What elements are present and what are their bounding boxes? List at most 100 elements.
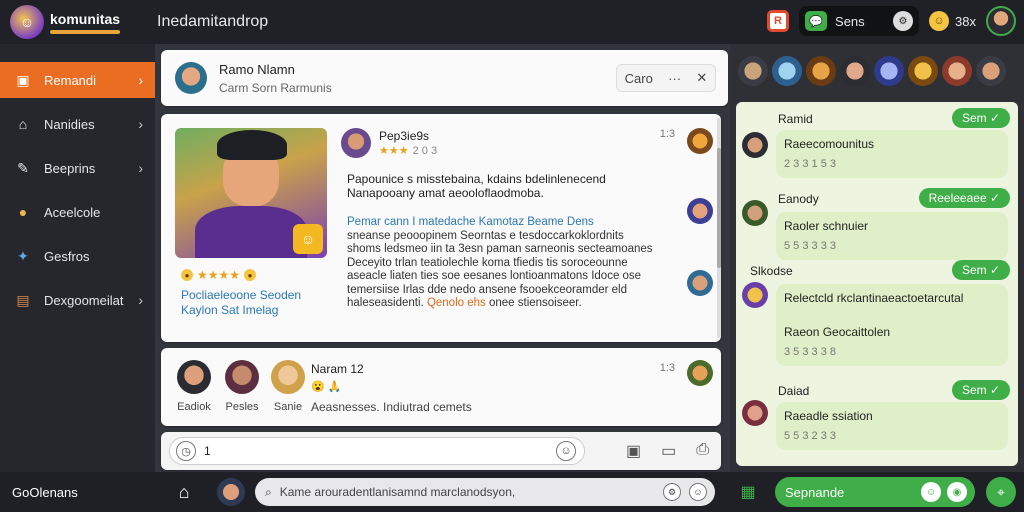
chat-tag[interactable]: Sem ✓ xyxy=(951,380,1010,400)
chat-bubble: Raeecomounitus 2 3 3 1 5 3 xyxy=(776,130,1008,178)
sidebar-item-1[interactable]: ⌂ Nanidies › xyxy=(0,106,155,142)
user-avatar[interactable] xyxy=(986,6,1016,36)
bottom-bar: ⌂ ⌕ Kame arouradentlanisamnd marclanodsy… xyxy=(155,472,1024,512)
sidebar-item-3[interactable]: ● Aceelcole xyxy=(0,194,155,230)
post-body-highlight[interactable]: Qenolo ehs xyxy=(427,297,486,309)
logo-name: komunitas xyxy=(50,10,121,27)
friend-avatar[interactable] xyxy=(942,56,972,86)
notification-badge[interactable]: R xyxy=(767,10,790,32)
chat-time: 5 5 3 2 3 3 xyxy=(784,430,836,442)
chat-sender[interactable]: Ramid xyxy=(778,112,813,126)
logo-underline xyxy=(50,29,120,34)
call-button[interactable]: Caro xyxy=(625,71,653,86)
group-reaction-avatar[interactable] xyxy=(687,360,713,386)
post-body-headline[interactable]: Pemar cann I matedache Kamotaz Beame Den… xyxy=(347,216,657,230)
search-placeholder: Kame arouradentlanisamnd marclanodsyon, xyxy=(279,485,516,499)
book-icon[interactable]: ▭ xyxy=(661,441,676,461)
image-icon: ▣ xyxy=(16,71,30,88)
close-icon[interactable]: ✕ xyxy=(696,70,707,86)
chat-avatar[interactable] xyxy=(742,282,768,308)
home-icon[interactable]: ⌂ xyxy=(173,481,195,503)
group-member[interactable]: Pesles xyxy=(223,360,261,413)
chat-tag[interactable]: Reeleeaee ✓ xyxy=(918,188,1010,208)
friend-avatar[interactable] xyxy=(840,56,870,86)
chat-time: 2 3 3 1 5 3 xyxy=(784,158,836,170)
chat-messages: Ramid Sem ✓ Raeecomounitus 2 3 3 1 5 3 E… xyxy=(736,102,1018,466)
my-avatar[interactable] xyxy=(217,478,245,506)
chat-bubble: Relectcld rkclantinaeactoetarcutal Raeon… xyxy=(776,284,1008,366)
settings-icon[interactable]: ⚙ xyxy=(663,483,681,501)
reaction-avatar-3[interactable] xyxy=(687,270,713,296)
post-caption-line-1: Pocliaeleoone Seoden xyxy=(181,288,302,302)
status-pill-label: Sens xyxy=(835,13,865,29)
chat-tag[interactable]: Sem ✓ xyxy=(951,108,1010,128)
member-avatar xyxy=(271,360,305,394)
scrollbar-thumb[interactable] xyxy=(717,148,721,268)
chat-sender[interactable]: Eanody xyxy=(778,192,819,206)
feed-scrollbar[interactable] xyxy=(717,118,721,338)
chat-text: Raoler schnuier xyxy=(784,219,869,233)
compose-input[interactable]: ◷ 1 ☺ xyxy=(169,437,585,465)
group-time: 1:3 xyxy=(659,362,675,374)
folder-icon: ▤ xyxy=(16,291,30,308)
sidebar-footer[interactable]: GoOlenans xyxy=(0,472,155,512)
reaction-avatar-2[interactable] xyxy=(687,198,713,224)
sticker-icon[interactable]: ◉ xyxy=(947,482,967,502)
chat-text: Raeecomounitus xyxy=(784,137,875,151)
sidebar-item-5[interactable]: ▤ Dexgoomeilat › xyxy=(0,282,155,318)
friend-avatar[interactable] xyxy=(772,56,802,86)
online-count[interactable]: ☺ 38x xyxy=(929,11,976,31)
sidebar-item-label: Dexgoomeilat xyxy=(44,292,124,308)
reaction-avatar-1[interactable] xyxy=(687,128,713,154)
attach-icon[interactable]: ⎙ xyxy=(696,441,709,461)
friend-avatar[interactable] xyxy=(806,56,836,86)
chat-tag[interactable]: Sem ✓ xyxy=(951,260,1010,280)
sticker-icon[interactable]: ▣ xyxy=(626,441,641,461)
emoji-icon[interactable]: ☺ xyxy=(689,483,707,501)
contact-avatar[interactable] xyxy=(175,62,207,94)
send-button[interactable]: Sepnande ☺ ◉ xyxy=(775,477,975,507)
chat-avatar[interactable] xyxy=(742,132,768,158)
bottom-search-input[interactable]: ⌕ Kame arouradentlanisamnd marclanodsyon… xyxy=(255,478,715,506)
settings-icon[interactable]: ⚙ xyxy=(893,11,914,31)
sidebar-item-0[interactable]: ▣ Remandi › xyxy=(0,62,155,98)
chat-sender[interactable]: Slkodse xyxy=(750,264,793,278)
group-title[interactable]: Naram 12 xyxy=(311,362,364,376)
sidebar-item-label: Nanidies xyxy=(44,116,95,132)
chat-bubble: Raeadle ssiation 5 5 3 2 3 3 xyxy=(776,402,1008,450)
gift-icon[interactable]: ▦ xyxy=(737,481,759,503)
emoji-icon[interactable]: ☺ xyxy=(921,482,941,502)
location-icon[interactable]: ⌖ xyxy=(986,477,1016,507)
online-friends xyxy=(738,56,1006,86)
author-avatar[interactable] xyxy=(341,128,371,158)
chat-avatar[interactable] xyxy=(742,400,768,426)
game-character-image[interactable]: ☺ xyxy=(175,128,327,258)
post-caption[interactable]: Pocliaeleoone Seoden Kaylon Sat Imelag xyxy=(181,288,331,318)
rating-stars: ★★★★ xyxy=(197,268,241,282)
friend-avatar[interactable] xyxy=(908,56,938,86)
friend-avatar[interactable] xyxy=(874,56,904,86)
friend-avatar[interactable] xyxy=(738,56,768,86)
app-logo[interactable]: ☺ komunitas xyxy=(0,0,155,44)
header-actions: Caro ··· ✕ xyxy=(616,64,716,92)
top-right-controls: R 💬 Sens ⚙ ☺ 38x xyxy=(767,6,1016,36)
member-name: Sanie xyxy=(273,401,303,413)
sidebar-item-2[interactable]: ✎ Beeprins › xyxy=(0,150,155,186)
group-member[interactable]: Sanie xyxy=(269,360,307,413)
chat-sender[interactable]: Daiad xyxy=(778,384,809,398)
group-member[interactable]: Eadiok xyxy=(175,360,213,413)
compose-bar: ◷ 1 ☺ ▣ ▭ ⎙ xyxy=(161,432,721,470)
post-author[interactable]: Pep3ie9s xyxy=(379,129,437,143)
chat-text: Relectcld rkclantinaeactoetarcutal xyxy=(784,291,964,305)
character-body xyxy=(195,206,307,258)
smiley-icon: ☺ xyxy=(929,11,950,31)
more-icon[interactable]: ··· xyxy=(668,71,681,86)
chevron-right-icon: › xyxy=(138,160,143,176)
chat-avatar[interactable] xyxy=(742,200,768,226)
status-pill[interactable]: 💬 Sens ⚙ xyxy=(799,6,920,36)
sidebar-item-4[interactable]: ✦ Gesfros xyxy=(0,238,155,274)
post-card: ☺ ● ★★★★ ● Pocliaeleoone Seoden Kaylon S… xyxy=(161,114,721,342)
friend-avatar[interactable] xyxy=(976,56,1006,86)
emoji-icon[interactable]: ☺ xyxy=(556,441,576,461)
clock-icon[interactable]: ◷ xyxy=(176,441,196,461)
